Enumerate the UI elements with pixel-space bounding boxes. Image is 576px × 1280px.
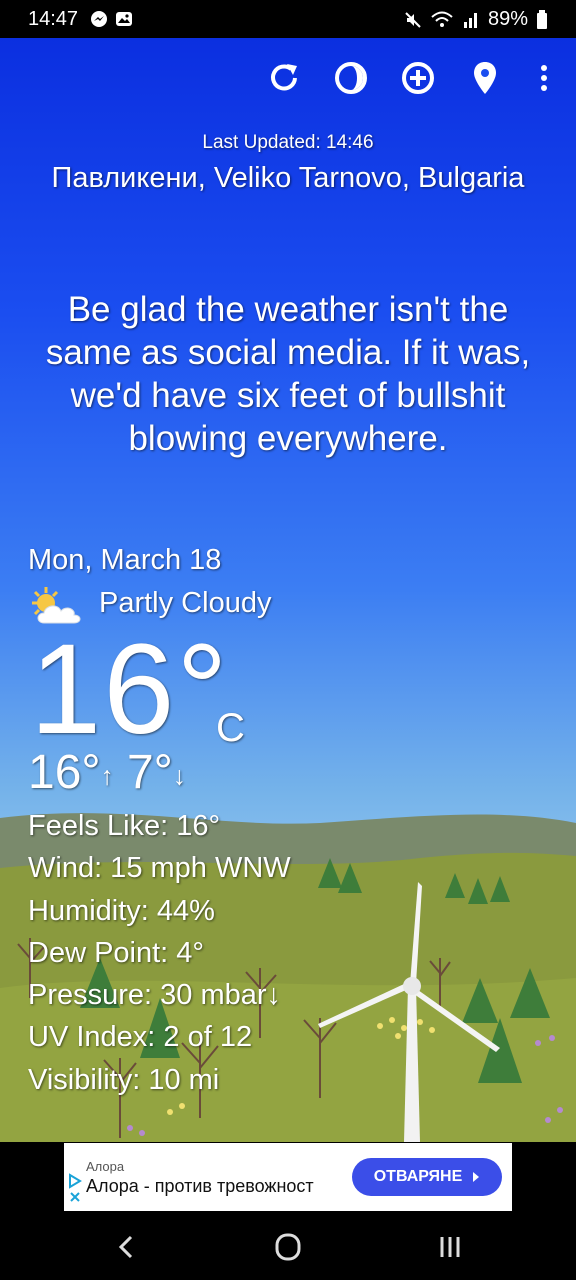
ad-text[interactable]: Алора - против тревожност [86,1176,314,1197]
humidity: Humidity: 44% [28,895,215,927]
battery-percent: 89% [487,8,528,30]
weather-screen: Last Updated: 14:46 Павликени, Veliko Ta… [0,38,576,1142]
navigation-bar [0,1212,576,1280]
home-icon[interactable] [268,1230,308,1264]
visibility: Visibility: 10 mi [28,1064,220,1096]
mute-icon [405,11,421,28]
forecast-date: Mon, March 18 [28,544,222,576]
high-temperature: 16° [28,746,101,799]
ad-banner[interactable]: Алора Алора - против тревожност ОТВАРЯНЕ [64,1143,512,1211]
feels-like: Feels Like: 16° [28,810,221,842]
battery-icon [537,9,547,29]
add-location-icon[interactable] [398,58,438,98]
ad-open-label: ОТВАРЯНЕ [373,1168,463,1185]
back-icon[interactable] [106,1230,146,1264]
landscape-background [0,813,576,1142]
signal-icon [463,12,477,28]
high-arrow-icon: ↑ [100,760,114,791]
dew-point: Dew Point: 4° [28,937,205,969]
messenger-icon [91,11,107,27]
high-low-temperatures: 16°↑ 7°↓ [28,743,186,805]
weather-quote: Be glad the weather isn't the same as so… [45,290,531,458]
more-options-icon[interactable] [526,58,566,98]
ad-brand: Алора [86,1159,125,1174]
low-arrow-icon: ↓ [172,760,186,791]
last-updated: Last Updated: 14:46 [202,132,374,153]
gallery-icon [116,12,132,26]
theme-icon[interactable] [331,58,371,98]
ad-open-button[interactable]: ОТВАРЯНЕ [352,1158,502,1196]
recents-icon[interactable] [430,1230,470,1264]
refresh-icon[interactable] [264,58,304,98]
condition-text: Partly Cloudy [99,587,272,619]
location-pin-icon[interactable] [465,58,505,98]
location-name[interactable]: Павликени, Veliko Tarnovo, Bulgaria [0,162,576,195]
current-temperature: 16° [30,618,230,761]
wifi-icon [431,11,453,27]
status-bar: 14:47 89% [0,0,576,38]
pressure: Pressure: 30 mbar↓ [28,979,282,1011]
wind: Wind: 15 mph WNW [28,852,291,884]
temperature-unit: C [216,706,245,750]
chevron-right-icon [473,1172,480,1182]
low-temperature: 7° [126,746,173,799]
status-time: 14:47 [28,8,79,30]
ad-choices-icon[interactable] [68,1173,82,1205]
uv-index: UV Index: 2 of 12 [28,1021,253,1053]
